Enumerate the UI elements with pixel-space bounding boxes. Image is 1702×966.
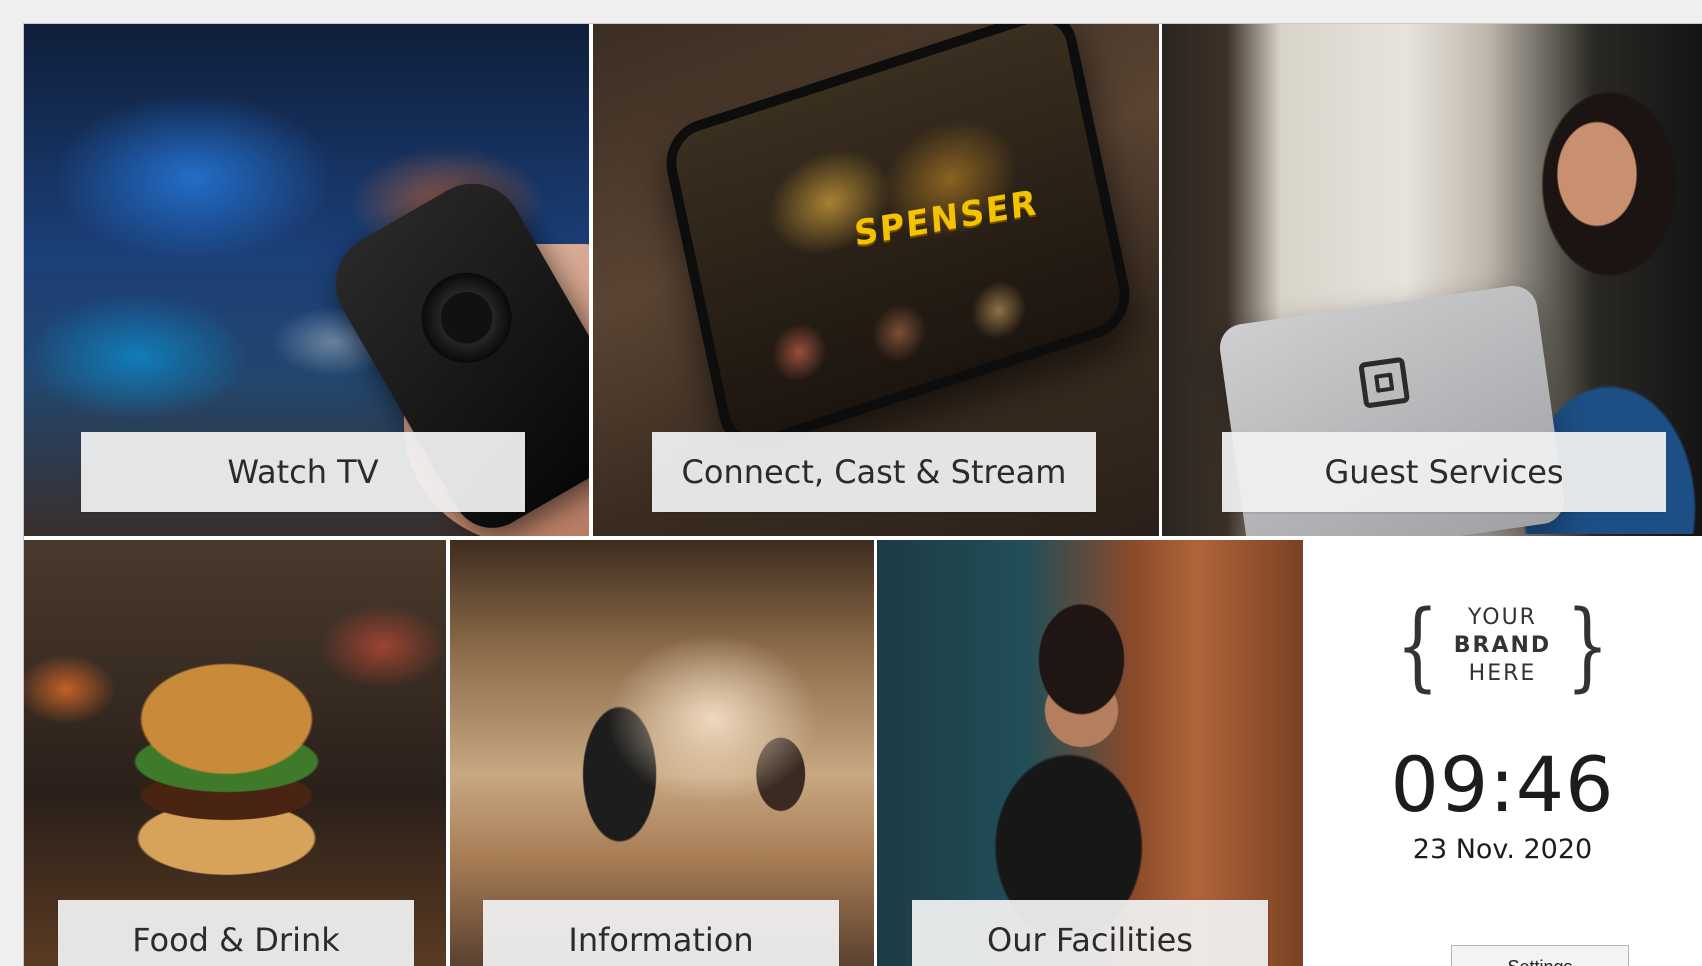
- phone-image: SPENSER: [659, 24, 1137, 458]
- tile-food-drink[interactable]: Food & Drink: [24, 540, 446, 966]
- settings-button[interactable]: Settings: [1451, 945, 1629, 966]
- tile-our-facilities[interactable]: Our Facilities: [877, 540, 1303, 966]
- brand-line-2: BRAND: [1453, 633, 1552, 658]
- food-drink-label: Food & Drink: [58, 900, 414, 966]
- watch-tv-label: Watch TV: [81, 432, 525, 512]
- hotel-tv-portal: Watch TV SPENSER Connect, Cast & Stream …: [24, 24, 1702, 966]
- left-brace-icon: {: [1395, 590, 1439, 702]
- guest-services-label: Guest Services: [1222, 432, 1666, 512]
- tile-guest-services[interactable]: Guest Services: [1162, 24, 1702, 536]
- tile-information[interactable]: Information: [450, 540, 874, 966]
- clock-time: 09:46: [1390, 740, 1615, 829]
- clock-date: 23 Nov. 2020: [1412, 834, 1593, 865]
- brand-line-3: HERE: [1468, 661, 1537, 686]
- tile-watch-tv[interactable]: Watch TV: [24, 24, 589, 536]
- brand-clock-panel: { YOUR BRAND HERE } 09:46 23 Nov. 2020 S…: [1303, 540, 1702, 966]
- tile-connect-cast-stream[interactable]: SPENSER Connect, Cast & Stream: [593, 24, 1159, 536]
- information-label: Information: [483, 900, 839, 966]
- our-facilities-label: Our Facilities: [912, 900, 1268, 966]
- right-brace-icon: }: [1566, 590, 1610, 702]
- brand-logo: { YOUR BRAND HERE }: [1303, 598, 1702, 694]
- brand-line-1: YOUR: [1468, 605, 1537, 630]
- connect-cast-stream-label: Connect, Cast & Stream: [652, 432, 1096, 512]
